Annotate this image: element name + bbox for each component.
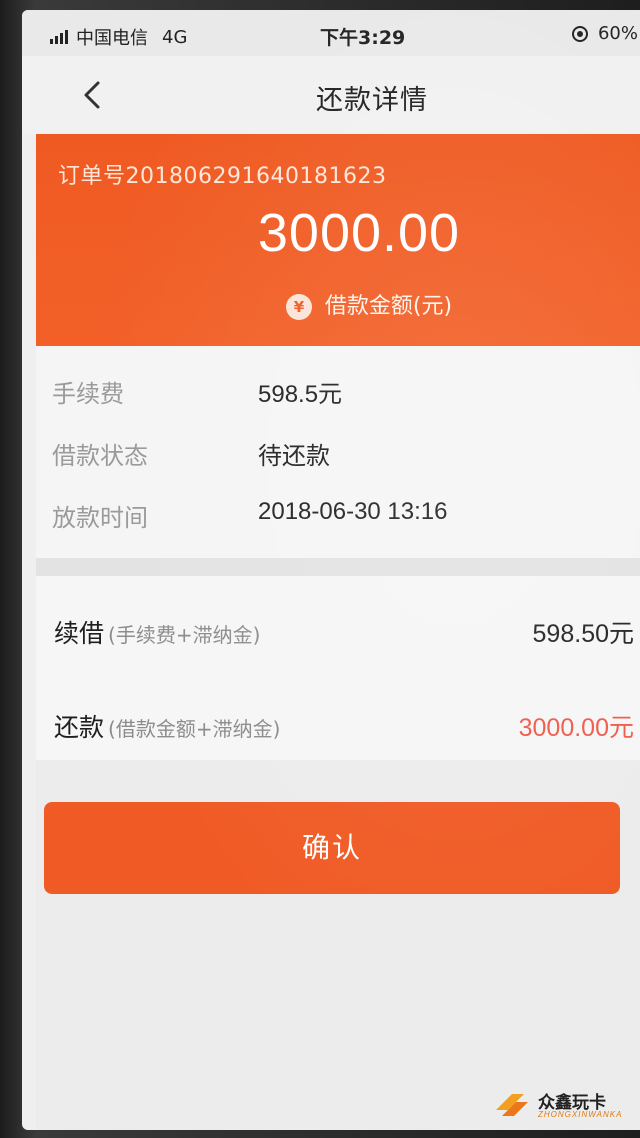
- loan-amount: 3000.00: [257, 203, 461, 263]
- info-value: 2018-06-30 13:16: [258, 498, 448, 525]
- option-title-text: 还款: [54, 713, 105, 742]
- watermark-subtitle: ZHONGXINWANKA: [538, 1110, 623, 1119]
- info-value: 598.5元: [258, 381, 343, 408]
- nav-bar: 还款详情: [22, 56, 640, 134]
- repay-options-section: 续借 (手续费+滞纳金) 598.50元 还款 (借款金额+滞纳金) 3000.00…: [36, 576, 640, 760]
- info-row-fee: 手续费 598.5元: [36, 362, 640, 412]
- status-left: 中国电信 4G: [50, 24, 187, 50]
- option-title: 续借 (手续费+滞纳金): [54, 614, 260, 650]
- amount-caption-text: 借款金额(元): [324, 294, 453, 319]
- battery-percent: 60%: [597, 23, 638, 44]
- status-bar: 中国电信 4G 下午3:29 60%: [22, 10, 640, 56]
- option-subtitle: (借款金额+滞纳金): [108, 717, 281, 741]
- option-title: 还款 (借款金额+滞纳金): [54, 708, 280, 744]
- photo-frame: 中国电信 4G 下午3:29 60% 还款详情 订单号2018062916401…: [0, 0, 640, 1138]
- orientation-lock-icon: [571, 25, 588, 42]
- option-amount: 598.50元: [532, 620, 634, 648]
- status-right: 60%: [571, 23, 638, 44]
- carrier-name: 中国电信: [76, 28, 148, 49]
- info-label: 手续费: [52, 380, 124, 408]
- info-label: 借款状态: [52, 442, 148, 470]
- section-divider: [36, 558, 640, 576]
- page-title: 还款详情: [316, 85, 428, 116]
- option-subtitle: (手续费+滞纳金): [108, 623, 261, 647]
- info-row-disburse-time: 放款时间 2018-06-30 13:16: [36, 486, 640, 536]
- option-renew[interactable]: 续借 (手续费+滞纳金) 598.50元: [36, 598, 640, 658]
- loan-amount-caption: ¥ 借款金额(元): [36, 288, 640, 320]
- option-title-text: 续借: [54, 619, 105, 648]
- phone-screen: 中国电信 4G 下午3:29 60% 还款详情 订单号2018062916401…: [22, 10, 640, 1130]
- network-type: 4G: [162, 26, 188, 48]
- status-time: 下午3:29: [320, 27, 406, 49]
- info-label: 放款时间: [52, 504, 148, 532]
- info-row-status: 借款状态 待还款: [36, 424, 640, 474]
- loan-summary-header: 订单号201806291640181623 3000.00 ¥ 借款金额(元): [36, 134, 640, 346]
- order-number: 订单号201806291640181623: [58, 164, 387, 189]
- info-value: 待还款: [258, 443, 330, 470]
- option-amount: 3000.00元: [518, 714, 634, 742]
- watermark-logo-icon: [496, 1094, 528, 1116]
- watermark: 众鑫玩卡 ZHONGXINWANKA: [488, 1082, 638, 1128]
- confirm-button[interactable]: 确认: [44, 802, 620, 894]
- signal-icon: [50, 30, 70, 44]
- loan-info-section: 手续费 598.5元 借款状态 待还款 放款时间 2018-06-30 13:1…: [36, 346, 640, 558]
- yen-icon: ¥: [285, 294, 312, 320]
- option-repay[interactable]: 还款 (借款金额+滞纳金) 3000.00元: [36, 692, 640, 752]
